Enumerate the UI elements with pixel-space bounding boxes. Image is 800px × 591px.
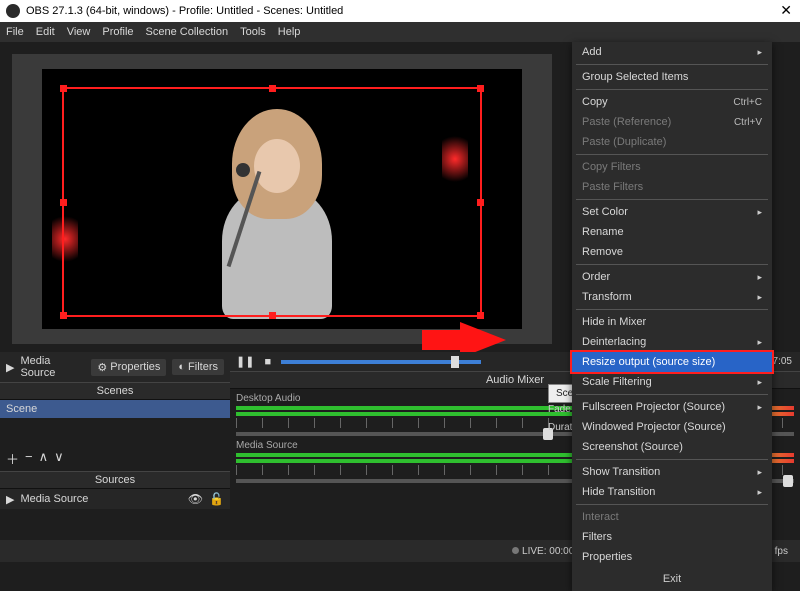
- ctx-remove[interactable]: Remove: [572, 242, 772, 262]
- playback-slider[interactable]: [281, 360, 481, 364]
- handle-tm[interactable]: [269, 85, 276, 92]
- menu-edit[interactable]: Edit: [36, 26, 55, 38]
- ctx-interact: Interact: [572, 507, 772, 527]
- play-icon: ▶: [6, 493, 14, 506]
- handle-ml[interactable]: [60, 199, 67, 206]
- obs-icon: [6, 4, 20, 18]
- ctx-properties[interactable]: Properties: [572, 547, 772, 567]
- filters-icon: ◐: [178, 361, 185, 373]
- context-menu: Add Group Selected Items CopyCtrl+C Past…: [572, 42, 772, 591]
- ctx-rename[interactable]: Rename: [572, 222, 772, 242]
- menu-tools[interactable]: Tools: [240, 26, 266, 38]
- scenes-toolbar: ＋ − ∧ ∨: [0, 446, 230, 471]
- ctx-resize-output[interactable]: Resize output (source size): [572, 352, 772, 372]
- ctx-windowed-projector[interactable]: Windowed Projector (Source): [572, 417, 772, 437]
- ctx-fullscreen-projector[interactable]: Fullscreen Projector (Source): [572, 397, 772, 417]
- ctx-order[interactable]: Order: [572, 267, 772, 287]
- menu-scene-collection[interactable]: Scene Collection: [146, 26, 229, 38]
- scene-item[interactable]: Scene: [0, 400, 230, 418]
- window-title: OBS 27.1.3 (64-bit, windows) - Profile: …: [26, 5, 343, 17]
- ctx-paste-filters: Paste Filters: [572, 177, 772, 197]
- ctx-scale-filtering[interactable]: Scale Filtering: [572, 372, 772, 392]
- filters-button[interactable]: ◐Filters: [172, 359, 224, 375]
- ctx-hide-mixer[interactable]: Hide in Mixer: [572, 312, 772, 332]
- ctx-screenshot[interactable]: Screenshot (Source): [572, 437, 772, 457]
- lock-icon[interactable]: 🔓: [209, 492, 224, 506]
- visibility-icon[interactable]: 👁: [188, 492, 203, 506]
- play-icon[interactable]: ▶: [6, 361, 14, 374]
- scene-up-button[interactable]: ∧: [39, 449, 49, 468]
- menu-view[interactable]: View: [67, 26, 91, 38]
- ctx-group[interactable]: Group Selected Items: [572, 67, 772, 87]
- titlebar: OBS 27.1.3 (64-bit, windows) - Profile: …: [0, 0, 800, 22]
- media-source-label: Media Source: [20, 355, 79, 379]
- handle-br[interactable]: [477, 312, 484, 319]
- ctx-show-transition[interactable]: Show Transition: [572, 462, 772, 482]
- scene-down-button[interactable]: ∨: [54, 449, 64, 468]
- menu-help[interactable]: Help: [278, 26, 301, 38]
- main-area: Add Group Selected Items CopyCtrl+C Past…: [0, 42, 800, 562]
- ctx-copy[interactable]: CopyCtrl+C: [572, 92, 772, 112]
- ctx-hide-transition[interactable]: Hide Transition: [572, 482, 772, 502]
- gear-icon: ⚙: [97, 361, 107, 374]
- close-icon[interactable]: ✕: [780, 2, 792, 19]
- handle-bl[interactable]: [60, 312, 67, 319]
- source-item[interactable]: ▶ Media Source 👁 🔓: [0, 489, 230, 509]
- ctx-filters[interactable]: Filters: [572, 527, 772, 547]
- preview-area[interactable]: [12, 54, 552, 344]
- handle-mr[interactable]: [477, 199, 484, 206]
- source-label: Media Source: [20, 493, 88, 505]
- handle-tl[interactable]: [60, 85, 67, 92]
- add-scene-button[interactable]: ＋: [6, 449, 19, 468]
- transition-type[interactable]: Fade: [548, 404, 571, 415]
- ctx-exit[interactable]: Exit: [572, 567, 772, 587]
- preview-canvas[interactable]: [42, 69, 522, 329]
- remove-scene-button[interactable]: −: [25, 449, 33, 468]
- ctx-transform[interactable]: Transform: [572, 287, 772, 307]
- sources-header: Sources: [0, 471, 230, 489]
- ctx-set-color[interactable]: Set Color: [572, 202, 772, 222]
- menu-profile[interactable]: Profile: [102, 26, 133, 38]
- media-source-bar: ▶ Media Source ⚙Properties ◐Filters: [0, 352, 230, 382]
- ctx-paste-dup: Paste (Duplicate): [572, 132, 772, 152]
- ctx-paste-ref: Paste (Reference)Ctrl+V: [572, 112, 772, 132]
- handle-tr[interactable]: [477, 85, 484, 92]
- scenes-header: Scenes: [0, 382, 230, 400]
- menubar: File Edit View Profile Scene Collection …: [0, 22, 800, 42]
- stop-button[interactable]: ■: [264, 356, 271, 368]
- live-dot-icon: [512, 547, 519, 554]
- properties-button[interactable]: ⚙Properties: [91, 359, 166, 376]
- selection-bounds[interactable]: [62, 87, 482, 317]
- ctx-deinterlacing[interactable]: Deinterlacing: [572, 332, 772, 352]
- handle-bm[interactable]: [269, 312, 276, 319]
- pause-button[interactable]: ❚❚: [236, 355, 254, 368]
- ctx-add[interactable]: Add: [572, 42, 772, 62]
- ctx-copy-filters: Copy Filters: [572, 157, 772, 177]
- menu-file[interactable]: File: [6, 26, 24, 38]
